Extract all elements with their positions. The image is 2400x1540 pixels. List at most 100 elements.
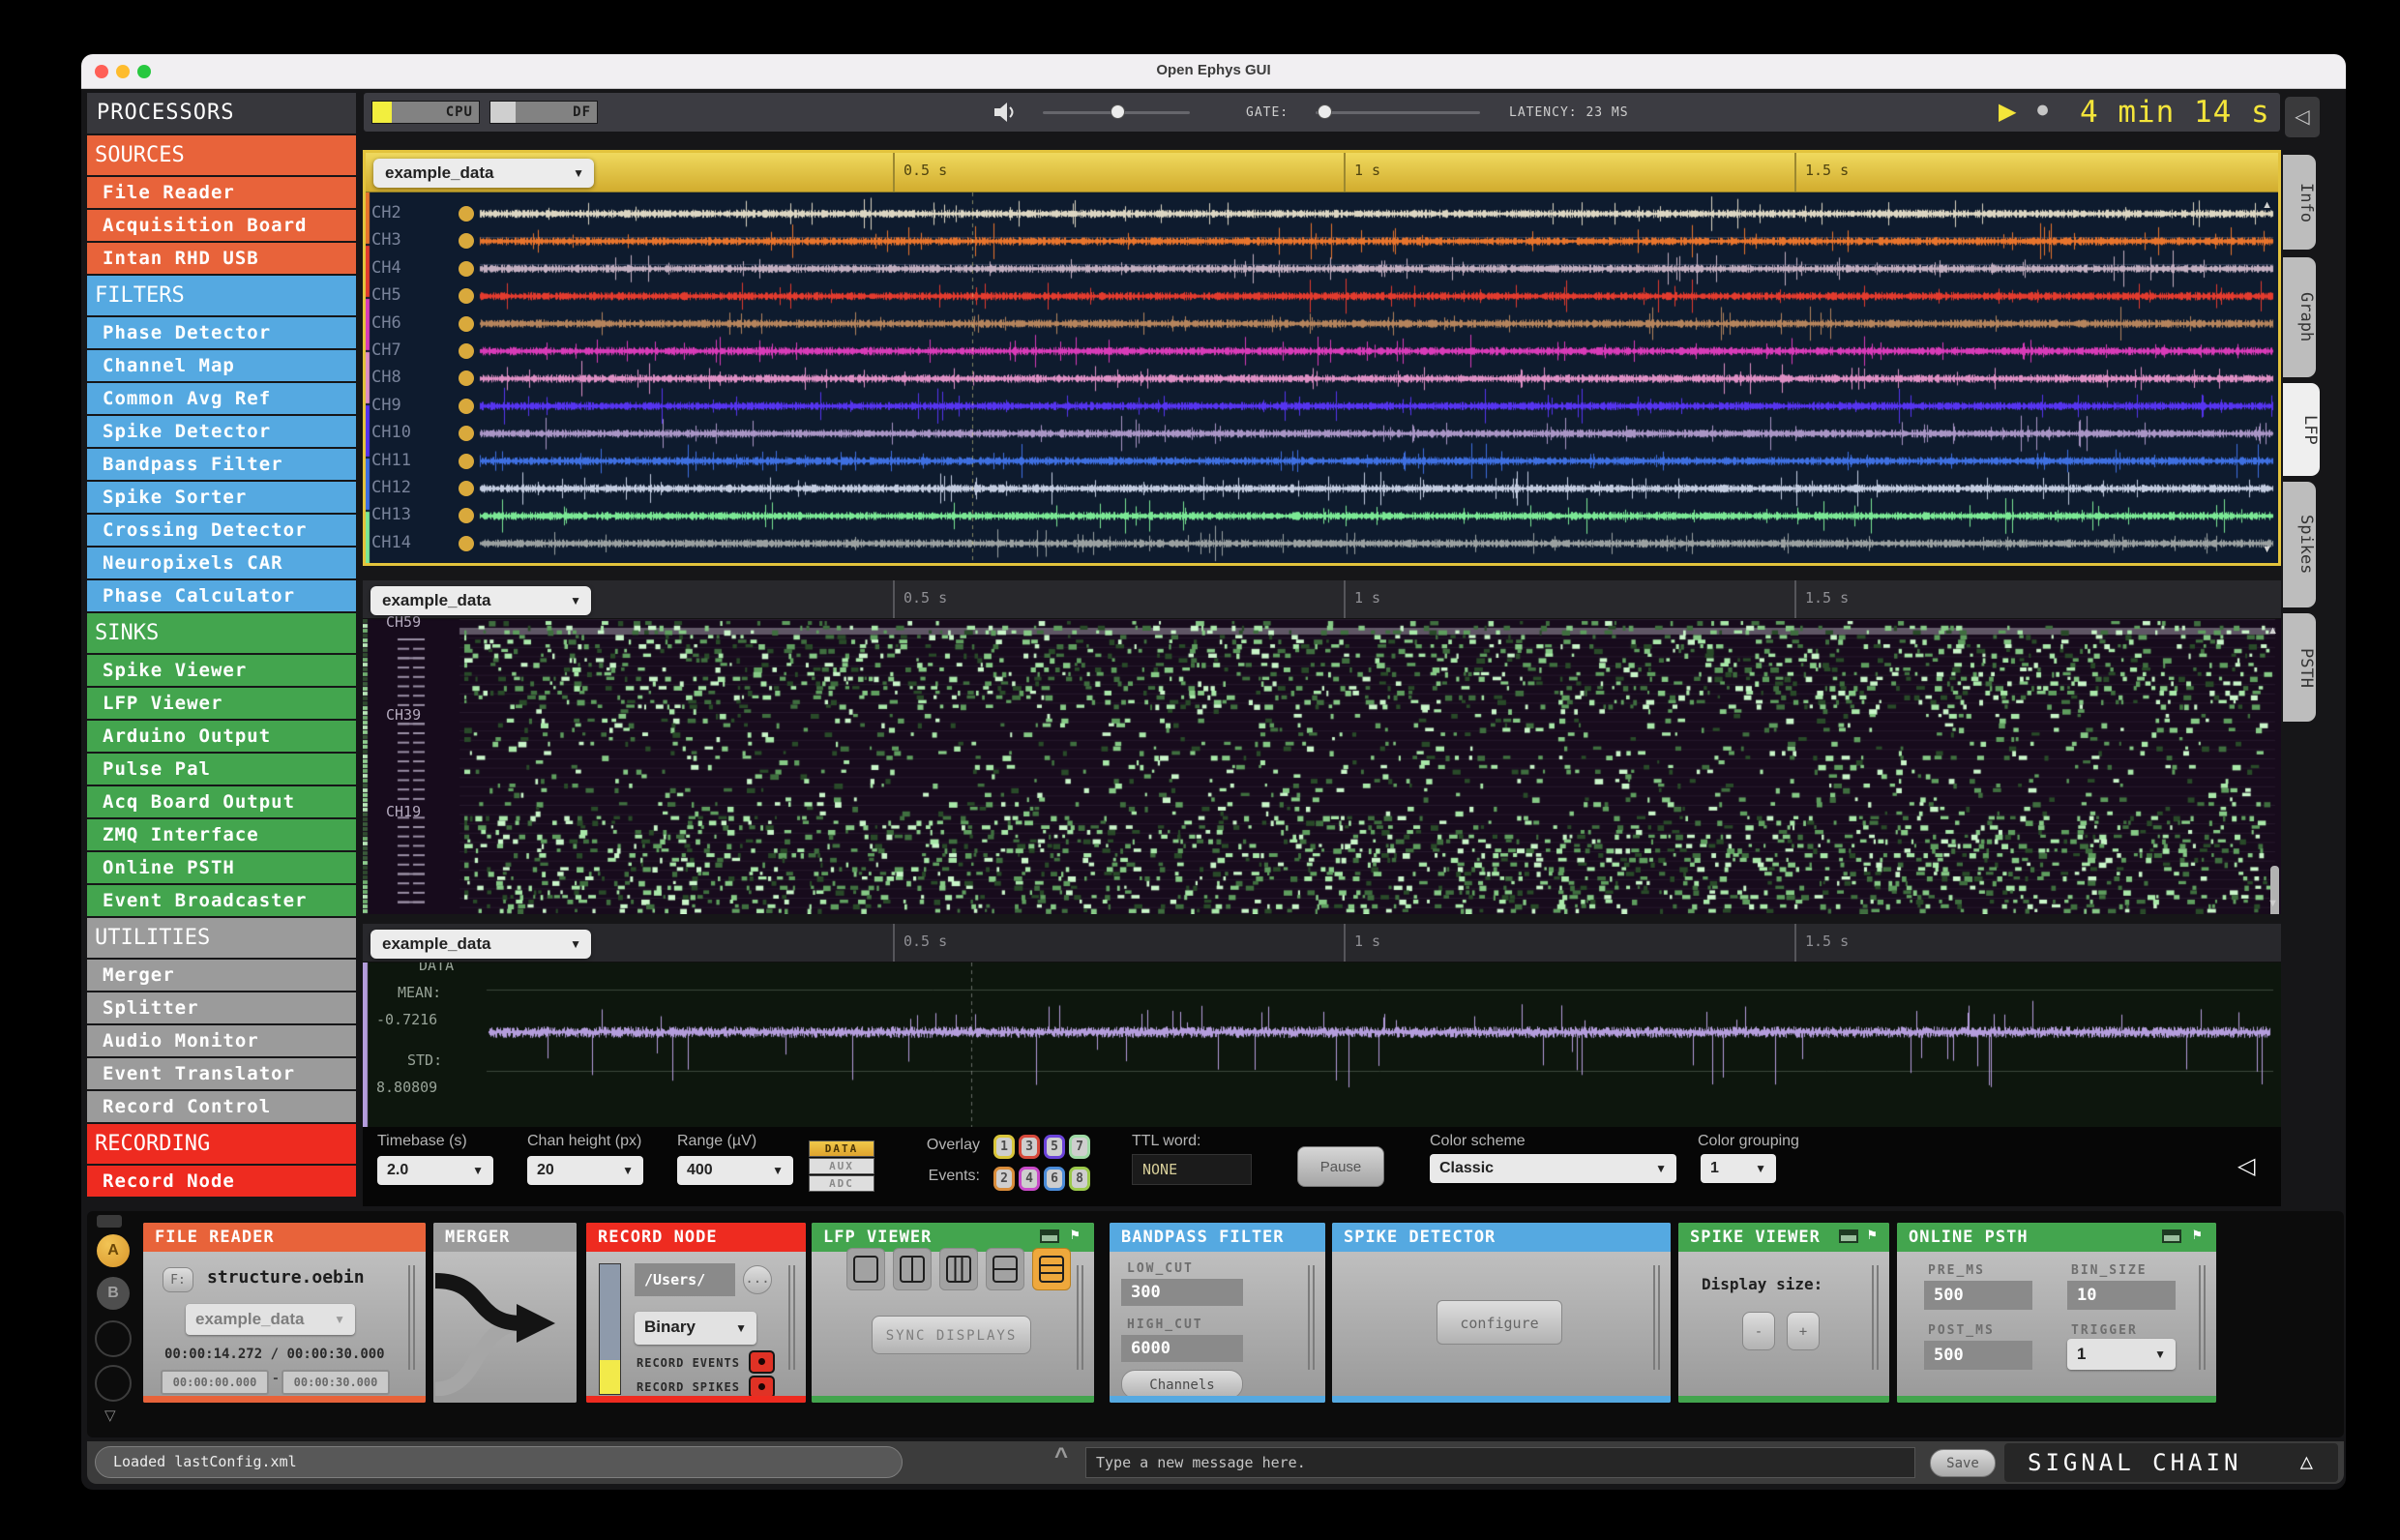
audio-monitor-button[interactable] [459, 453, 474, 469]
range-end-field[interactable]: 00:00:30.000 [281, 1370, 390, 1395]
layout-two-row-button[interactable] [986, 1248, 1024, 1290]
record-button[interactable]: ● [2035, 97, 2050, 124]
overlay-event-button-1[interactable]: 1 [993, 1135, 1015, 1159]
sidebar-item-event-translator[interactable]: Event Translator [87, 1058, 356, 1089]
display-size-plus-button[interactable]: + [1787, 1312, 1820, 1350]
collapse-options-icon[interactable]: ◁ [2237, 1152, 2255, 1180]
gate-slider-knob[interactable] [1318, 104, 1332, 119]
pin-flag-icon[interactable]: ⚑ [2191, 1228, 2203, 1243]
trigger-select[interactable]: 1 ▼ [2067, 1339, 2176, 1370]
node-drag-grip[interactable] [1308, 1265, 1318, 1370]
scroll-up-icon[interactable]: ▲ [2262, 199, 2272, 211]
sidebar-item-acq-board-output[interactable]: Acq Board Output [87, 786, 356, 817]
sidebar-item-audio-monitor[interactable]: Audio Monitor [87, 1025, 356, 1056]
popout-window-icon[interactable] [1040, 1229, 1059, 1243]
tab-info[interactable]: Info [2283, 155, 2316, 250]
pin-flag-icon[interactable]: ⚑ [1069, 1228, 1081, 1243]
audio-monitor-button[interactable] [459, 398, 474, 414]
scroll-down-icon[interactable]: ▼ [2267, 898, 2278, 909]
node-bandpass-filter[interactable]: BANDPASS FILTER LOW_CUT 300 HIGH_CUT 600… [1110, 1223, 1325, 1403]
expand-console-icon[interactable]: ^ [1054, 1443, 1068, 1470]
sidebar-item-arduino-output[interactable]: Arduino Output [87, 721, 356, 752]
file-button[interactable]: F: [163, 1267, 193, 1292]
range-select[interactable]: 400 ▼ [677, 1156, 793, 1185]
audio-monitor-button[interactable] [459, 535, 474, 551]
gate-slider-track[interactable] [1316, 111, 1480, 114]
layout-two-col-button[interactable] [893, 1248, 932, 1290]
scroll-up-icon[interactable]: ▲ [2267, 625, 2278, 637]
sidebar-item-crossing-detector[interactable]: Crossing Detector [87, 515, 356, 546]
node-drag-grip[interactable] [1653, 1265, 1663, 1370]
overlay-event-button-6[interactable]: 6 [1044, 1167, 1065, 1191]
node-lfp-viewer[interactable]: LFP VIEWER ⚑ SYNC DISPLAYS [812, 1223, 1094, 1403]
sidebar-item-spike-detector[interactable]: Spike Detector [87, 416, 356, 447]
rail-tab-empty[interactable] [95, 1365, 132, 1402]
audio-monitor-button[interactable] [459, 315, 474, 332]
display-size-minus-button[interactable]: - [1742, 1312, 1775, 1350]
message-input[interactable] [1085, 1447, 1915, 1478]
file-stream-selector[interactable]: example_data ▼ [186, 1304, 355, 1335]
range-start-field[interactable]: 00:00:00.000 [161, 1370, 269, 1395]
color-grouping-select[interactable]: 1 ▼ [1701, 1154, 1776, 1183]
layout-three-col-button[interactable] [939, 1248, 978, 1290]
rail-scroll-down-icon[interactable]: ▽ [104, 1407, 116, 1425]
sidebar-item-merger[interactable]: Merger [87, 960, 356, 991]
chan-height-select[interactable]: 20 ▼ [527, 1156, 643, 1185]
collapse-tabs-button[interactable]: ◁ [2285, 97, 2320, 137]
signal-type-adc-button[interactable]: ADC [809, 1175, 874, 1192]
data-stream-selector[interactable]: example_data ▼ [370, 930, 591, 959]
audio-monitor-button[interactable] [459, 481, 474, 496]
sidebar-item-pulse-pal[interactable]: Pulse Pal [87, 754, 356, 785]
overlay-event-button-7[interactable]: 7 [1069, 1135, 1090, 1159]
post-ms-field[interactable]: 500 [1924, 1341, 2032, 1370]
rail-scroll-up-button[interactable] [97, 1215, 122, 1228]
pre-ms-field[interactable]: 500 [1924, 1281, 2032, 1310]
bin-size-field[interactable]: 10 [2067, 1281, 2176, 1310]
node-merger[interactable]: MERGER [433, 1223, 577, 1403]
save-button[interactable]: Save [1930, 1449, 1996, 1477]
layout-single-button[interactable] [846, 1248, 885, 1290]
sidebar-item-phase-calculator[interactable]: Phase Calculator [87, 580, 356, 611]
sidebar-item-common-avg-ref[interactable]: Common Avg Ref [87, 383, 356, 414]
lfp-stream-selector[interactable]: example_data ▼ [373, 159, 594, 188]
audio-monitor-button[interactable] [459, 206, 474, 222]
tab-psth[interactable]: PSTH [2283, 613, 2316, 722]
sidebar-item-online-psth[interactable]: Online PSTH [87, 852, 356, 883]
audio-monitor-button[interactable] [459, 343, 474, 359]
rail-tab-empty[interactable] [95, 1320, 132, 1357]
sidebar-item-channel-map[interactable]: Channel Map [87, 350, 356, 381]
sidebar-item-acquisition-board[interactable]: Acquisition Board [87, 210, 356, 241]
sidebar-item-file-reader[interactable]: File Reader [87, 177, 356, 208]
sidebar-item-bandpass-filter[interactable]: Bandpass Filter [87, 449, 356, 480]
node-spike-viewer[interactable]: SPIKE VIEWER ⚑ Display size: - + [1678, 1223, 1889, 1403]
node-online-psth[interactable]: ONLINE PSTH ⚑ PRE_MS 500 BIN_SIZE 10 POS… [1897, 1223, 2216, 1403]
pin-flag-icon[interactable]: ⚑ [1866, 1228, 1878, 1243]
overlay-event-button-8[interactable]: 8 [1069, 1167, 1090, 1191]
color-scheme-select[interactable]: Classic ▼ [1430, 1154, 1676, 1183]
sidebar-item-phase-detector[interactable]: Phase Detector [87, 317, 356, 348]
browse-button[interactable]: ... [743, 1265, 772, 1294]
high-cut-field[interactable]: 6000 [1121, 1335, 1243, 1362]
pause-button[interactable]: Pause [1297, 1146, 1384, 1187]
sidebar-item-intan-rhd-usb[interactable]: Intan RHD USB [87, 243, 356, 274]
scroll-down-icon[interactable]: ▼ [2262, 544, 2272, 555]
rail-tab-b[interactable]: B [97, 1277, 130, 1310]
node-record-node[interactable]: RECORD NODE /Users/ ... Binary ▼ RECORD … [586, 1223, 806, 1403]
tab-lfp[interactable]: LFP [2283, 383, 2320, 476]
node-drag-grip[interactable] [2199, 1265, 2208, 1370]
overlay-event-button-5[interactable]: 5 [1044, 1135, 1065, 1159]
popout-window-icon[interactable] [1839, 1229, 1858, 1243]
sidebar-item-event-broadcaster[interactable]: Event Broadcaster [87, 885, 356, 916]
sidebar-item-spike-viewer[interactable]: Spike Viewer [87, 655, 356, 686]
signal-type-data-button[interactable]: DATA [809, 1140, 874, 1157]
sidebar-item-neuropixels-car[interactable]: Neuropixels CAR [87, 548, 356, 578]
record-path-field[interactable]: /Users/ [635, 1263, 735, 1296]
layout-three-row-button[interactable] [1032, 1248, 1071, 1290]
sidebar-item-lfp-viewer[interactable]: LFP Viewer [87, 688, 356, 719]
tab-spikes[interactable]: Spikes [2283, 482, 2316, 607]
node-drag-grip[interactable] [1872, 1265, 1881, 1370]
tab-graph[interactable]: Graph [2283, 257, 2316, 377]
signal-type-aux-button[interactable]: AUX [809, 1158, 874, 1174]
sidebar-item-zmq-interface[interactable]: ZMQ Interface [87, 819, 356, 850]
node-drag-grip[interactable] [1077, 1265, 1086, 1370]
